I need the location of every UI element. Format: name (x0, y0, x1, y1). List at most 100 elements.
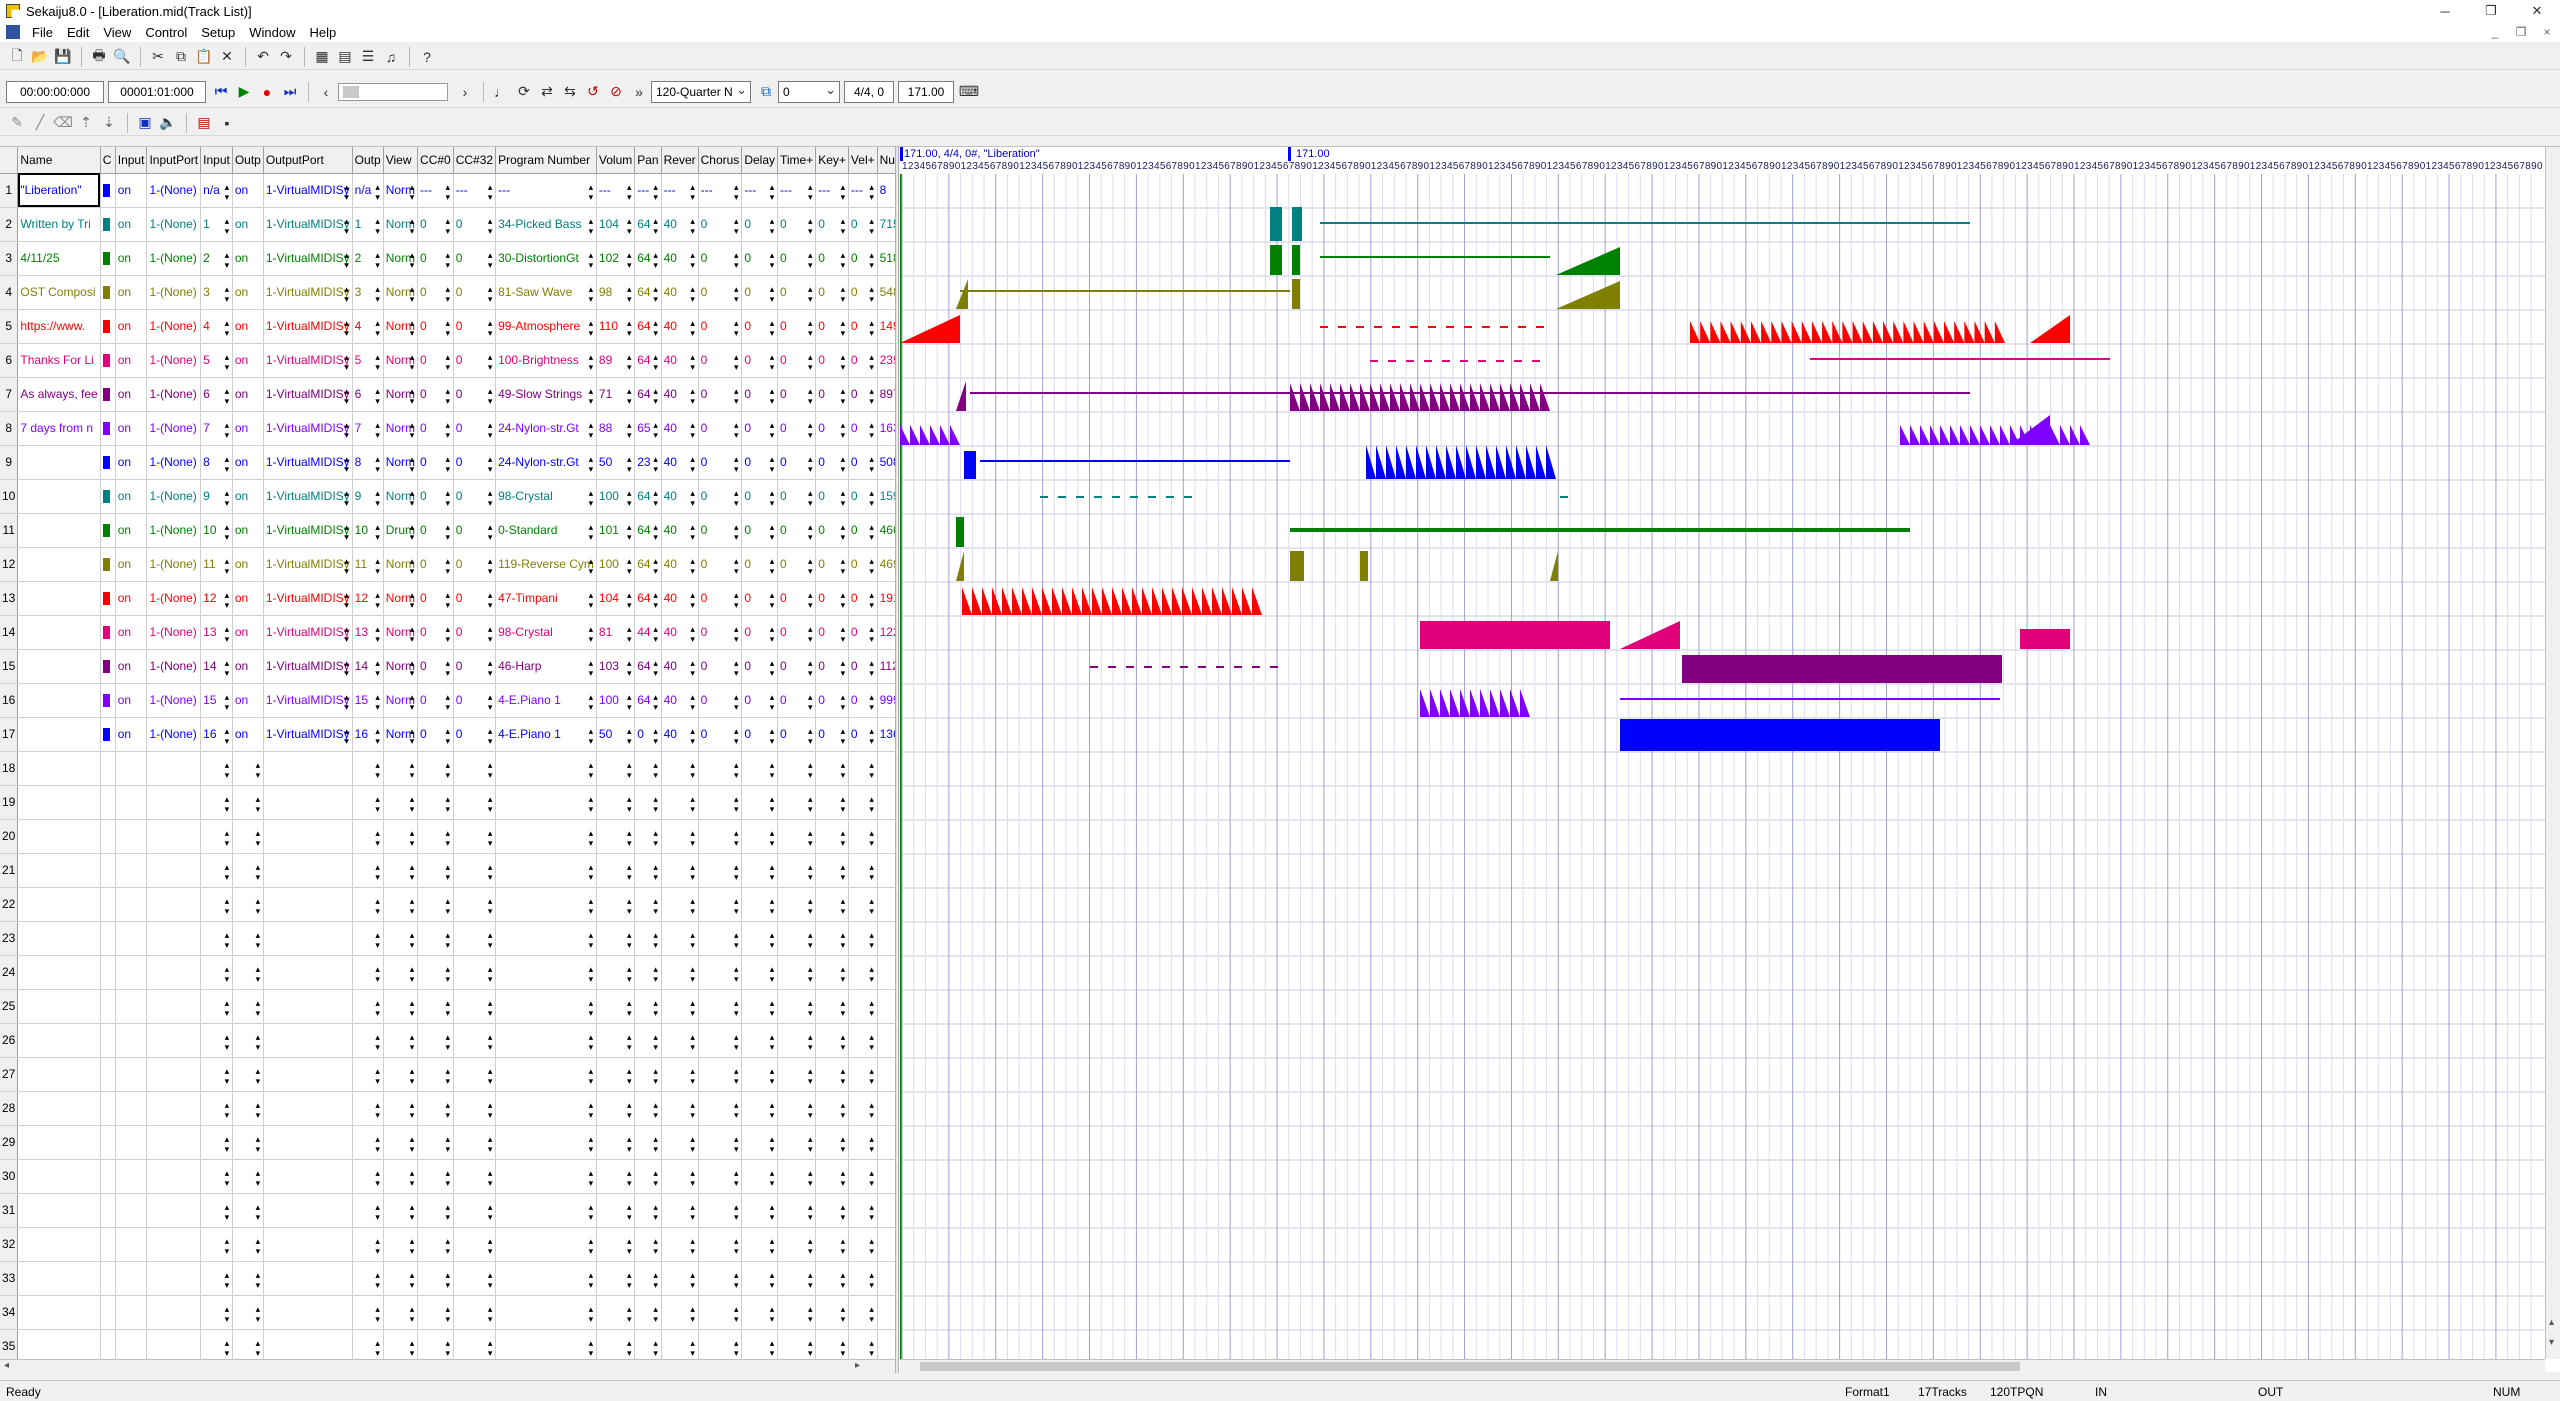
empty-cell[interactable] (17, 1091, 101, 1126)
empty-cell[interactable] (200, 1193, 233, 1228)
empty-cell[interactable] (453, 853, 497, 888)
cell-delay[interactable]: 0 (741, 207, 778, 242)
empty-cell[interactable] (146, 819, 202, 854)
color-swatch[interactable] (102, 218, 110, 232)
cell-chorus[interactable]: 0 (698, 445, 743, 480)
empty-cell[interactable] (453, 921, 497, 956)
cell-volume[interactable]: 50 (596, 717, 636, 752)
cell-cc32[interactable]: 0 (453, 547, 497, 582)
empty-cell[interactable] (815, 1295, 849, 1330)
row-number[interactable]: 10 (0, 479, 19, 514)
empty-track-row[interactable]: 24 (0, 955, 895, 990)
color-swatch[interactable] (102, 252, 110, 266)
cell-pan[interactable]: 0 (634, 717, 662, 752)
cell-pan[interactable]: 65 (634, 411, 662, 446)
empty-cell[interactable] (661, 921, 699, 956)
empty-cell[interactable] (200, 1159, 233, 1194)
cell-input-ch[interactable]: 3 (200, 275, 233, 310)
empty-cell[interactable] (877, 1159, 895, 1194)
empty-cell[interactable] (698, 1261, 743, 1296)
empty-cell[interactable] (661, 989, 699, 1024)
empty-cell[interactable] (352, 1091, 384, 1126)
empty-cell[interactable] (417, 751, 454, 786)
eraser-icon[interactable]: ⌫ (52, 112, 74, 134)
cell-reverb[interactable]: 40 (661, 275, 699, 310)
track-row[interactable]: 4OST Composion1-(None)3on1-VirtualMIDISy… (0, 275, 895, 310)
color-swatch[interactable] (102, 422, 110, 436)
empty-cell[interactable] (352, 1329, 384, 1359)
empty-cell[interactable] (200, 1329, 233, 1359)
empty-cell[interactable] (453, 1159, 497, 1194)
row-number[interactable]: 8 (0, 411, 19, 446)
cell-pan[interactable]: 64 (634, 207, 662, 242)
empty-cell[interactable] (877, 1227, 895, 1262)
empty-cell[interactable] (417, 1329, 454, 1359)
empty-cell[interactable] (741, 1295, 778, 1330)
cell-numevent[interactable]: 4666 (877, 513, 895, 548)
cell-cc32[interactable]: 0 (453, 275, 497, 310)
empty-cell[interactable] (848, 819, 878, 854)
help-icon[interactable]: ? (416, 46, 438, 68)
cell-volume[interactable]: 100 (596, 479, 636, 514)
empty-cell[interactable] (661, 1227, 699, 1262)
cell-output-ch[interactable]: 4 (352, 309, 384, 344)
empty-cell[interactable] (17, 1261, 101, 1296)
empty-cell[interactable] (777, 887, 817, 922)
cell-output[interactable]: on (232, 513, 264, 548)
empty-cell[interactable] (263, 751, 353, 786)
cell-time-plus[interactable]: 0 (777, 615, 817, 650)
event-list-icon[interactable]: ☰ (357, 46, 379, 68)
cell-vel-plus[interactable]: --- (848, 173, 878, 208)
row-number[interactable]: 34 (0, 1295, 19, 1330)
cell-output-ch[interactable]: 10 (352, 513, 384, 548)
track-color-cell[interactable] (100, 445, 116, 480)
cell-vel-plus[interactable]: 0 (848, 479, 878, 514)
empty-cell[interactable] (596, 1227, 636, 1262)
empty-cell[interactable] (100, 955, 116, 990)
cell-volume[interactable]: --- (596, 173, 636, 208)
empty-cell[interactable] (263, 819, 353, 854)
empty-track-row[interactable]: 22 (0, 887, 895, 922)
cell-output-ch[interactable]: 6 (352, 377, 384, 412)
track-color-cell[interactable] (100, 309, 116, 344)
cell-key-plus[interactable]: 0 (815, 479, 849, 514)
row-number[interactable]: 35 (0, 1329, 19, 1359)
cell-volume[interactable]: 88 (596, 411, 636, 446)
empty-cell[interactable] (815, 989, 849, 1024)
cell-volume[interactable]: 101 (596, 513, 636, 548)
empty-cell[interactable] (848, 1295, 878, 1330)
cell-program[interactable]: 30-DistortionGt (495, 241, 597, 276)
empty-cell[interactable] (777, 955, 817, 990)
empty-cell[interactable] (848, 955, 878, 990)
empty-cell[interactable] (453, 887, 497, 922)
column-header-color[interactable]: C (100, 147, 116, 174)
empty-cell[interactable] (100, 751, 116, 786)
track-color-cell[interactable] (100, 411, 116, 446)
track-row[interactable]: 14on1-(None)13on1-VirtualMIDISy13Norm009… (0, 615, 895, 650)
empty-cell[interactable] (17, 785, 101, 820)
cell-key-plus[interactable]: --- (815, 173, 849, 208)
cell-delay[interactable]: 0 (741, 275, 778, 310)
cell-reverb[interactable]: 40 (661, 207, 699, 242)
app-icon[interactable] (6, 4, 20, 18)
empty-cell[interactable] (596, 785, 636, 820)
empty-cell[interactable] (17, 853, 101, 888)
track-color-icon[interactable]: ▤ (193, 112, 215, 134)
empty-cell[interactable] (352, 1159, 384, 1194)
empty-cell[interactable] (596, 1125, 636, 1160)
cell-key-plus[interactable]: 0 (815, 513, 849, 548)
cell-name[interactable] (17, 547, 101, 582)
cell-time-plus[interactable]: 0 (777, 649, 817, 684)
cell-cc32[interactable]: 0 (453, 581, 497, 616)
empty-cell[interactable] (383, 785, 419, 820)
cell-pan[interactable]: 64 (634, 581, 662, 616)
empty-cell[interactable] (453, 1227, 497, 1262)
cell-inputport[interactable]: 1-(None) (146, 411, 202, 446)
cell-output[interactable]: on (232, 479, 264, 514)
track-color-cell[interactable] (100, 479, 116, 514)
menu-help[interactable]: Help (303, 25, 344, 40)
empty-cell[interactable] (877, 853, 895, 888)
column-header-program[interactable]: Program Number (495, 147, 597, 174)
column-header-chorus[interactable]: Chorus (698, 147, 743, 174)
empty-cell[interactable] (661, 1329, 699, 1359)
